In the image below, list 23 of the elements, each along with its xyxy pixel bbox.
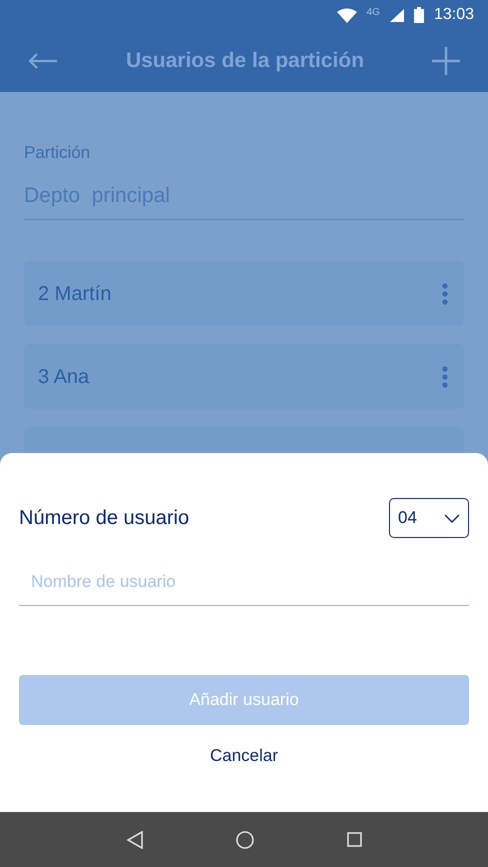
user-card[interactable]: 2 Martín — [24, 261, 464, 326]
back-arrow-icon[interactable] — [28, 53, 58, 69]
signal-icon — [390, 8, 404, 22]
user-name: 2 Martín — [38, 282, 112, 306]
home-icon[interactable] — [236, 830, 254, 848]
user-name-field[interactable]: Nombre de usuario — [19, 558, 469, 606]
more-options-icon[interactable] — [442, 366, 448, 388]
cancel-button[interactable]: Cancelar — [210, 743, 278, 768]
back-icon[interactable] — [126, 830, 142, 848]
partition-label: Partición — [24, 142, 92, 164]
network-type: 4G — [366, 6, 380, 20]
plus-icon[interactable] — [432, 47, 460, 75]
wifi-icon — [336, 8, 357, 22]
battery-icon — [414, 7, 424, 23]
recents-icon[interactable] — [346, 832, 362, 847]
user-number-select[interactable]: 04 — [389, 498, 469, 538]
clock: 13:03 — [434, 5, 474, 25]
more-options-icon[interactable] — [442, 282, 448, 304]
user-name: 3 Ana — [38, 364, 90, 390]
user-card[interactable]: 3 Ana — [24, 344, 464, 409]
chevron-down-icon — [444, 514, 460, 522]
screen-title: Usuarios de la partición — [126, 48, 364, 74]
user-number-label: Número de usuario — [19, 506, 190, 531]
